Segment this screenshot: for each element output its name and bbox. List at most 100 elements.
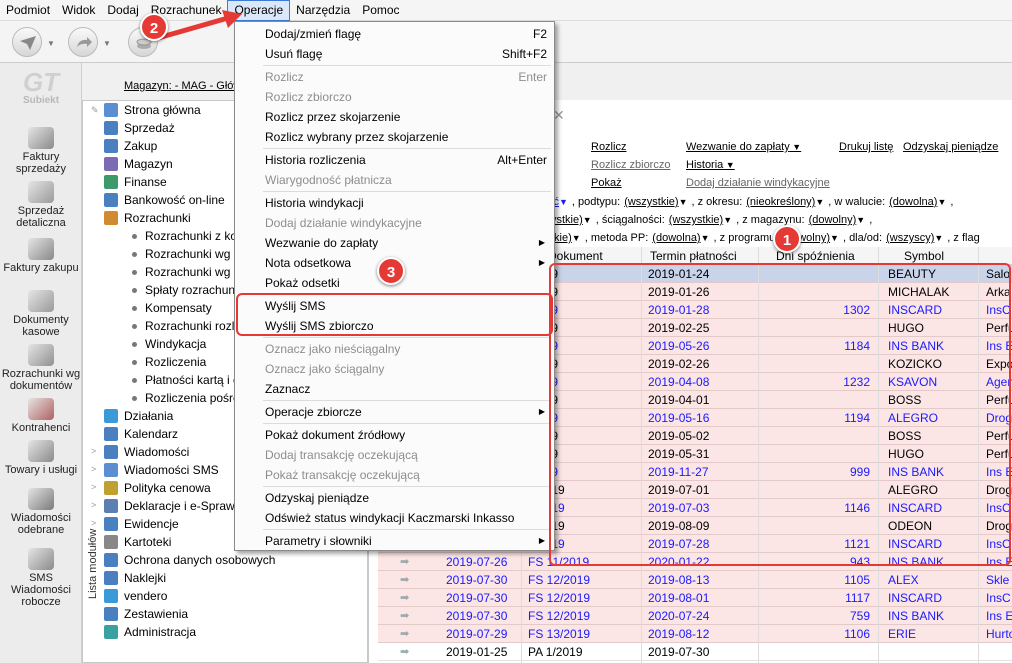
warehouse-selector[interactable]: Magazyn: - MAG - Głów — [124, 80, 241, 92]
settle-bulk-link[interactable]: Rozlicz zbiorczo — [591, 159, 670, 171]
module-icon — [104, 139, 118, 153]
filter-value[interactable]: (wszystkie) — [624, 196, 687, 208]
tree-item[interactable]: Rozliczenia — [132, 353, 206, 371]
menu-item[interactable]: Zaznacz — [265, 379, 547, 399]
tree-item[interactable]: Finanse — [104, 173, 167, 191]
tree-item[interactable]: vendero — [104, 587, 167, 605]
shortcut-contractors[interactable]: Kontrahenci — [0, 398, 82, 434]
tree-item[interactable]: Magazyn — [104, 155, 173, 173]
menu-item[interactable]: Usuń flagę Shift+F2 — [265, 44, 547, 64]
tree-item[interactable]: Ochrona danych osobowych — [104, 551, 275, 569]
menu-item[interactable]: Parametry i słowniki ▶ — [265, 531, 547, 551]
shortcut-sms-draft[interactable]: SMS Wiadomości robocze — [0, 548, 82, 608]
chevron-down-icon[interactable]: ▼ — [47, 39, 55, 48]
filter-label: , podtypu: — [571, 196, 621, 208]
sms-draft-icon — [28, 548, 54, 570]
show-link[interactable]: Pokaż — [591, 177, 622, 189]
filter-value[interactable]: ystkie) — [551, 214, 592, 226]
filter-value[interactable]: (dowolna) — [889, 196, 946, 208]
table-row[interactable]: ➡ 2019-07-29 FS 13/2019 2019-08-12 1106 ERIE H… — [378, 625, 1012, 643]
tree-item[interactable]: Działania — [104, 407, 173, 425]
tree-item[interactable]: Zestawienia — [104, 605, 188, 623]
tree-item[interactable]: Wiadomości SMS — [104, 461, 219, 479]
shortcut-messages-received[interactable]: Wiadomości odebrane — [0, 488, 82, 536]
shortcut-invoice-sales[interactable]: Faktury sprzedaży — [0, 127, 82, 175]
chevron-right-icon[interactable]: > — [91, 446, 96, 456]
tree-item[interactable]: Naklejki — [104, 569, 166, 587]
menu-item[interactable]: Historia windykacji — [265, 193, 547, 213]
menu-item[interactable]: Operacje zbiorcze ▶ — [265, 402, 547, 422]
add-collection-action-link[interactable]: Dodaj działanie windykacyjne — [686, 177, 830, 189]
filter-value[interactable]: tkie) — [551, 232, 581, 244]
menu-pomoc[interactable]: Pomoc — [356, 0, 405, 21]
menu-item[interactable]: Rozlicz wybrany przez skojarzenie — [265, 127, 547, 147]
chevron-right-icon[interactable]: > — [91, 536, 96, 546]
print-list-link[interactable]: Drukuj listę — [839, 141, 893, 153]
tree-item[interactable]: Polityka cenowa — [104, 479, 211, 497]
recover-money-link[interactable]: Odzyskaj pieniądze — [903, 141, 998, 153]
shortcut-settlements[interactable]: Rozrachunki wg dokumentów — [0, 344, 82, 392]
menu-item[interactable]: Rozlicz przez skojarzenie — [265, 107, 547, 127]
menu-item[interactable]: Pokaż odsetki — [265, 273, 547, 293]
chevron-right-icon[interactable]: > — [91, 482, 96, 492]
tree-item[interactable]: Sprzedaż — [104, 119, 175, 137]
tree-item[interactable]: Spłaty rozrachun — [132, 281, 235, 299]
menu-item[interactable]: Historia rozliczenia Alt+Enter — [265, 150, 547, 170]
shortcut-invoice-purchase[interactable]: Faktury zakupu — [0, 238, 82, 274]
menu-item[interactable]: Pokaż dokument źródłowy — [265, 425, 547, 445]
payment-demand-link[interactable]: Wezwanie do zapłaty — [686, 141, 801, 153]
tree-item[interactable]: Rozrachunki z ko — [132, 227, 237, 245]
filter-value[interactable]: (wszystkie) — [669, 214, 732, 226]
shortcut-retail[interactable]: Sprzedaż detaliczna — [0, 181, 82, 229]
shortcut-cash-documents[interactable]: Dokumenty kasowe — [0, 290, 82, 338]
filter-value[interactable]: (dowolny) — [809, 214, 866, 226]
settle-link[interactable]: Rozlicz — [591, 141, 626, 153]
chevron-down-icon[interactable]: ▼ — [103, 39, 111, 48]
tree-item[interactable]: Wiadomości — [104, 443, 189, 461]
menu-item[interactable]: Odśwież status windykacji Kaczmarski Ink… — [265, 508, 547, 528]
tree-item[interactable]: Kalendarz — [104, 425, 178, 443]
filter-value[interactable]: (dowolna) — [652, 232, 709, 244]
forward-icon[interactable] — [68, 27, 98, 57]
menu-item[interactable]: Odzyskaj pieniądze — [265, 488, 547, 508]
filter-value[interactable]: (nieokreślony) — [746, 196, 824, 208]
tree-item[interactable]: Rozliczenia pośre — [132, 389, 240, 407]
tree-item[interactable]: Ewidencje — [104, 515, 179, 533]
table-row[interactable]: ➡ 2019-07-30 FS 12/2019 2020-07-24 759 INS BA… — [378, 607, 1012, 625]
menu-dodaj[interactable]: Dodaj — [101, 0, 144, 21]
column-header-symbol[interactable]: Symbol — [904, 249, 944, 263]
send-icon[interactable] — [12, 27, 42, 57]
filter-value[interactable]: (wszyscy) — [886, 232, 943, 244]
tree-item[interactable]: Płatności kartą i c — [132, 371, 239, 389]
menu-podmiot[interactable]: Podmiot — [0, 0, 56, 21]
column-header-due-date[interactable]: Termin płatności — [650, 249, 737, 263]
tree-item[interactable]: Windykacja — [132, 335, 206, 353]
pin-icon[interactable]: ✎ — [91, 105, 99, 116]
table-row[interactable]: ➡ 2019-07-30 FS 12/2019 2019-08-01 1117 INSCA… — [378, 589, 1012, 607]
row-arrow-icon: ➡ — [400, 592, 410, 604]
tree-item[interactable]: Deklaracje i e-Sprawo — [104, 497, 241, 515]
tree-item[interactable]: Rozrachunki — [104, 209, 191, 227]
tree-item[interactable]: Rozrachunki wg k — [132, 263, 240, 281]
chevron-right-icon[interactable]: > — [91, 464, 96, 474]
tree-item[interactable]: Bankowość on-line — [104, 191, 225, 209]
history-link[interactable]: Historia — [686, 159, 735, 171]
menu-widok[interactable]: Widok — [56, 0, 101, 21]
table-row[interactable]: ➡ 2019-07-30 FS 12/2019 2019-08-13 1105 ALEX S… — [378, 571, 1012, 589]
tree-item[interactable]: Kompensaty — [132, 299, 212, 317]
menu-narzedzia[interactable]: Narzędzia — [290, 0, 356, 21]
tree-item[interactable]: Rozrachunki rozli — [132, 317, 237, 335]
tree-item[interactable]: Kartoteki — [104, 533, 171, 551]
tree-item[interactable]: Administracja — [104, 623, 196, 641]
column-header-document[interactable]: Dokument — [548, 249, 603, 263]
menu-item[interactable]: Wezwanie do zapłaty ▶ — [265, 233, 547, 253]
tree-item[interactable]: Zakup — [104, 137, 157, 155]
menu-item[interactable]: Nota odsetkowa ▶ — [265, 253, 547, 273]
menu-item[interactable]: Dodaj/zmień flagę F2 — [265, 24, 547, 44]
tree-item[interactable]: Rozrachunki wg d — [132, 245, 240, 263]
table-row[interactable]: ➡ 2019-01-25 PA 1/2019 2019-07-30 — [378, 643, 1012, 661]
chevron-right-icon[interactable]: > — [91, 518, 96, 528]
tree-item[interactable]: Strona główna — [104, 101, 201, 119]
shortcut-goods[interactable]: Towary i usługi — [0, 440, 82, 476]
chevron-right-icon[interactable]: > — [91, 500, 96, 510]
